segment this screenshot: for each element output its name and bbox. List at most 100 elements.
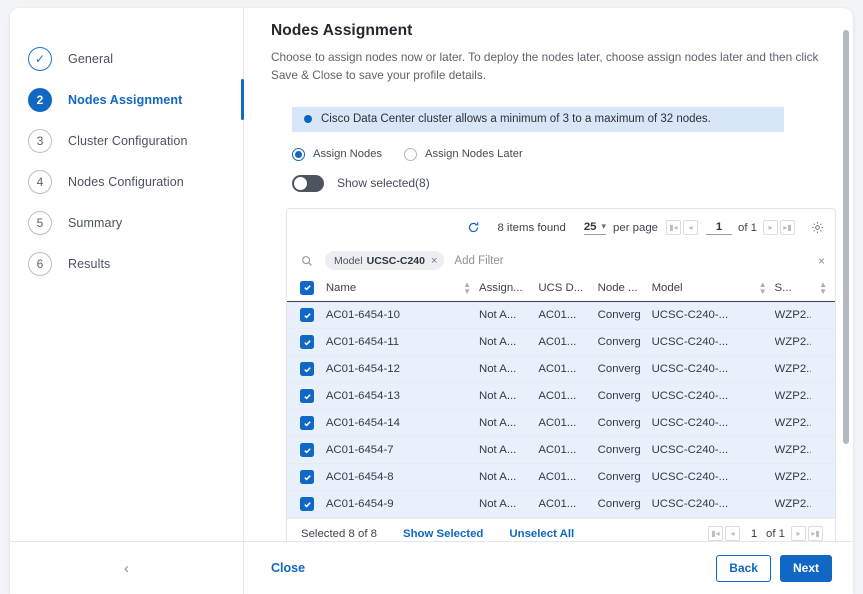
cell-spacer [455, 355, 479, 384]
column-header-ucs-domain[interactable]: UCS D... [538, 274, 598, 303]
row-checkbox[interactable] [300, 389, 314, 404]
column-header-model[interactable]: Model [651, 274, 751, 303]
cell-ucs-domain[interactable]: AC01... [538, 301, 598, 330]
footer-pagination-prev-button[interactable]: ◂ [725, 526, 740, 541]
column-header-assign[interactable]: Assign... [478, 274, 539, 303]
row-checkbox[interactable] [300, 335, 314, 350]
row-checkbox[interactable] [300, 416, 314, 431]
table-row[interactable]: AC01-6454-14 Not A... AC01... Converg UC… [287, 409, 835, 438]
cell-node-type: Converg [597, 463, 652, 492]
radio-assign-nodes[interactable]: Assign Nodes [292, 147, 382, 161]
table-row[interactable]: AC01-6454-13 Not A... AC01... Converg UC… [287, 382, 835, 411]
page-size-select[interactable]: 25 ▾ [583, 221, 607, 235]
sort-serial-icon[interactable]: ▲ ▼ [811, 274, 835, 303]
cell-spacer [455, 382, 479, 411]
cell-spacer [455, 328, 479, 357]
footer-pagination-next-button[interactable]: ▸ [791, 526, 806, 541]
sidebar-item-summary[interactable]: 5 Summary [10, 202, 243, 243]
cell-node-type: Converg [597, 382, 652, 411]
cell-spacer [455, 301, 479, 330]
cell-node-type: Converg [597, 409, 652, 438]
table-row[interactable]: AC01-6454-7 Not A... AC01... Converg UCS… [287, 436, 835, 465]
page-description: Choose to assign nodes now or later. To … [271, 50, 819, 83]
row-checkbox[interactable] [300, 470, 314, 485]
cell-assign: Not A... [478, 409, 539, 438]
show-selected-link[interactable]: Show Selected [403, 528, 483, 540]
cell-ucs-domain[interactable]: AC01... [538, 355, 598, 384]
next-button[interactable]: Next [779, 554, 832, 582]
sort-name-icon[interactable]: ▲ ▼ [455, 274, 479, 303]
filter-chip-model[interactable]: Model UCSC-C240 × [325, 251, 445, 271]
items-found-label: 8 items found [497, 221, 566, 234]
row-checkbox-cell [287, 382, 326, 411]
wizard-footer: ‹ Close Back Next [10, 541, 853, 594]
pagination-current-page-input[interactable]: 1 [706, 221, 732, 235]
footer-pagination-first-button[interactable]: ▮◂ [708, 526, 723, 541]
cell-spacer [750, 436, 775, 465]
info-banner-text: Cisco Data Center cluster allows a minim… [321, 113, 711, 126]
cell-model: UCSC-C240-... [651, 436, 751, 465]
cell-model: UCSC-C240-... [651, 409, 751, 438]
cell-ucs-domain[interactable]: AC01... [538, 463, 598, 492]
cell-ucs-domain[interactable]: AC01... [538, 409, 598, 438]
cell-assign: Not A... [478, 355, 539, 384]
radio-assign-nodes-later[interactable]: Assign Nodes Later [404, 147, 523, 161]
column-header-serial[interactable]: S... [774, 274, 812, 303]
back-button[interactable]: Back [716, 554, 771, 582]
show-selected-row: Show selected(8) [292, 174, 829, 192]
sort-model-icon[interactable]: ▲ ▼ [750, 274, 775, 303]
collapse-sidebar-button[interactable]: ‹ [10, 542, 244, 594]
select-all-checkbox[interactable] [300, 280, 314, 295]
page-title: Nodes Assignment [271, 22, 413, 39]
sidebar-item-general[interactable]: ✓ General [10, 38, 243, 79]
table-row[interactable]: AC01-6454-10 Not A... AC01... Converg UC… [287, 301, 835, 330]
row-checkbox[interactable] [300, 308, 314, 323]
cell-name: AC01-6454-14 [325, 409, 456, 438]
table-row[interactable]: AC01-6454-9 Not A... AC01... Converg UCS… [287, 490, 835, 519]
info-banner: Cisco Data Center cluster allows a minim… [292, 106, 784, 132]
cell-spacer [750, 301, 775, 330]
gear-icon[interactable] [811, 221, 824, 234]
column-header-name[interactable]: Name [325, 274, 456, 303]
select-all-header [287, 274, 326, 303]
content-scroll-area: Nodes Assignment Choose to assign nodes … [244, 8, 853, 541]
close-button[interactable]: Close [271, 561, 305, 575]
clear-filters-icon[interactable]: × [818, 254, 825, 268]
row-checkbox[interactable] [300, 497, 314, 512]
sidebar-item-nodes-assignment[interactable]: 2 Nodes Assignment [10, 79, 244, 120]
sidebar-item-nodes-configuration[interactable]: 4 Nodes Configuration [10, 161, 243, 202]
cell-name: AC01-6454-9 [325, 490, 456, 519]
show-selected-toggle[interactable] [292, 174, 324, 192]
filter-chip-remove-icon[interactable]: × [431, 255, 437, 267]
vertical-scrollbar[interactable] [843, 30, 849, 444]
wizard-body: ✓ General 2 Nodes Assignment 3 Cluster C… [10, 8, 853, 541]
footer-pagination-last-button[interactable]: ▸▮ [808, 526, 823, 541]
unselect-all-link[interactable]: Unselect All [509, 528, 574, 540]
table-row[interactable]: AC01-6454-12 Not A... AC01... Converg UC… [287, 355, 835, 384]
sidebar-item-cluster-configuration[interactable]: 3 Cluster Configuration [10, 120, 243, 161]
footer-pagination: ▮◂ ◂ 1 of 1 ▸ ▸▮ [708, 526, 825, 541]
cell-ucs-domain[interactable]: AC01... [538, 490, 598, 519]
selected-count-label: Selected 8 of 8 [301, 527, 377, 540]
table-toolbar: 8 items found 25 ▾ per page ▮◂ ◂ 1 of 1 … [287, 209, 835, 247]
refresh-icon[interactable] [467, 221, 480, 234]
cell-spacer [455, 436, 479, 465]
pagination-first-button[interactable]: ▮◂ [666, 220, 681, 236]
sidebar-item-results[interactable]: 6 Results [10, 243, 243, 284]
table-row[interactable]: AC01-6454-8 Not A... AC01... Converg UCS… [287, 463, 835, 492]
table-row[interactable]: AC01-6454-11 Not A... AC01... Converg UC… [287, 328, 835, 357]
cell-ucs-domain[interactable]: AC01... [538, 328, 598, 357]
row-checkbox[interactable] [300, 443, 314, 458]
add-filter-input[interactable]: Add Filter [454, 255, 503, 267]
pagination-next-button[interactable]: ▸ [763, 220, 778, 236]
cell-serial: WZP2... [774, 301, 812, 330]
search-icon[interactable] [301, 255, 313, 267]
cell-spacer [811, 382, 835, 411]
cell-ucs-domain[interactable]: AC01... [538, 436, 598, 465]
cell-ucs-domain[interactable]: AC01... [538, 382, 598, 411]
pagination-prev-button[interactable]: ◂ [683, 220, 698, 236]
pagination-last-button[interactable]: ▸▮ [780, 220, 795, 236]
cell-serial: WZP2... [774, 382, 812, 411]
row-checkbox[interactable] [300, 362, 314, 377]
column-header-node-type[interactable]: Node ... [597, 274, 652, 303]
